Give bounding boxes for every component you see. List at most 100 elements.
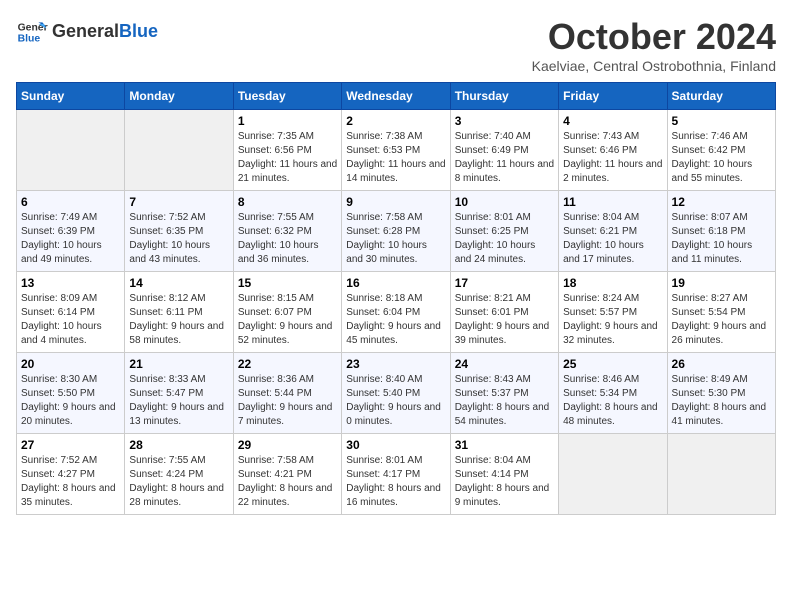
calendar-cell: 14 Sunrise: 8:12 AM Sunset: 6:11 PM Dayli… xyxy=(125,272,233,353)
day-number: 1 xyxy=(238,114,337,128)
weekday-header-monday: Monday xyxy=(125,83,233,110)
day-number: 25 xyxy=(563,357,662,371)
svg-text:Blue: Blue xyxy=(18,34,41,45)
day-number: 17 xyxy=(455,276,554,290)
day-number: 16 xyxy=(346,276,445,290)
day-info: Sunrise: 8:30 AM Sunset: 5:50 PM Dayligh… xyxy=(21,373,120,429)
header: General Blue GeneralBlue October 2024 Ka… xyxy=(16,16,776,74)
day-info: Sunrise: 8:04 AM Sunset: 4:14 PM Dayligh… xyxy=(455,454,554,510)
calendar-cell: 23Sunrise: 8:40 AM Sunset: 5:40 PM Dayli… xyxy=(342,353,450,434)
day-number: 2 xyxy=(346,114,445,128)
calendar-cell: 2 Sunrise: 7:38 AM Sunset: 6:53 PM Daylig… xyxy=(342,110,450,191)
day-number: 27 xyxy=(21,438,120,452)
day-number: 31 xyxy=(455,438,554,452)
day-info: Sunrise: 8:33 AM Sunset: 5:47 PM Dayligh… xyxy=(129,373,228,429)
day-number: 15 xyxy=(238,276,337,290)
day-number: 19 xyxy=(672,276,771,290)
calendar-cell: 28 Sunrise: 7:55 AM Sunset: 4:24 PM Dayli… xyxy=(125,434,233,515)
week-row-1: 1 Sunrise: 7:35 AM Sunset: 6:56 PM Daylig… xyxy=(17,110,776,191)
weekday-header-wednesday: Wednesday xyxy=(342,83,450,110)
day-number: 14 xyxy=(129,276,228,290)
calendar-cell: 18 Sunrise: 8:24 AM Sunset: 5:57 PM Dayli… xyxy=(559,272,667,353)
day-info: Sunrise: 7:38 AM Sunset: 6:53 PM Dayligh… xyxy=(346,130,445,186)
weekday-header-sunday: Sunday xyxy=(17,83,125,110)
day-info: Sunrise: 8:36 AM Sunset: 5:44 PM Dayligh… xyxy=(238,373,337,429)
calendar-cell: 21 Sunrise: 8:33 AM Sunset: 5:47 PM Dayli… xyxy=(125,353,233,434)
day-info: Sunrise: 7:55 AM Sunset: 4:24 PM Dayligh… xyxy=(129,454,228,510)
day-number: 8 xyxy=(238,195,337,209)
day-number: 9 xyxy=(346,195,445,209)
day-info: Sunrise: 8:24 AM Sunset: 5:57 PM Dayligh… xyxy=(563,292,662,348)
calendar-cell: 12 Sunrise: 8:07 AM Sunset: 6:18 PM Dayli… xyxy=(667,191,775,272)
calendar-cell: 25 Sunrise: 8:46 AM Sunset: 5:34 PM Dayli… xyxy=(559,353,667,434)
calendar-cell: 15 Sunrise: 8:15 AM Sunset: 6:07 PM Dayli… xyxy=(233,272,341,353)
calendar-cell: 9Sunrise: 7:58 AM Sunset: 6:28 PM Daylig… xyxy=(342,191,450,272)
day-info: Sunrise: 8:15 AM Sunset: 6:07 PM Dayligh… xyxy=(238,292,337,348)
calendar-cell xyxy=(559,434,667,515)
calendar-cell: 31 Sunrise: 8:04 AM Sunset: 4:14 PM Dayli… xyxy=(450,434,558,515)
weekday-header-thursday: Thursday xyxy=(450,83,558,110)
calendar-cell: 11 Sunrise: 8:04 AM Sunset: 6:21 PM Dayli… xyxy=(559,191,667,272)
logo: General Blue GeneralBlue xyxy=(16,16,158,48)
day-info: Sunrise: 7:52 AM Sunset: 6:35 PM Dayligh… xyxy=(129,211,228,267)
calendar-cell: 4Sunrise: 7:43 AM Sunset: 6:46 PM Daylig… xyxy=(559,110,667,191)
day-number: 26 xyxy=(672,357,771,371)
calendar-cell: 30 Sunrise: 8:01 AM Sunset: 4:17 PM Dayli… xyxy=(342,434,450,515)
day-number: 7 xyxy=(129,195,228,209)
day-info: Sunrise: 8:01 AM Sunset: 6:25 PM Dayligh… xyxy=(455,211,554,267)
calendar-table: SundayMondayTuesdayWednesdayThursdayFrid… xyxy=(16,82,776,515)
location-title: Kaelviae, Central Ostrobothnia, Finland xyxy=(532,58,776,74)
week-row-2: 6Sunrise: 7:49 AM Sunset: 6:39 PM Daylig… xyxy=(17,191,776,272)
title-area: October 2024 Kaelviae, Central Ostroboth… xyxy=(532,16,776,74)
calendar-cell: 3Sunrise: 7:40 AM Sunset: 6:49 PM Daylig… xyxy=(450,110,558,191)
day-info: Sunrise: 7:52 AM Sunset: 4:27 PM Dayligh… xyxy=(21,454,120,510)
day-number: 22 xyxy=(238,357,337,371)
day-number: 5 xyxy=(672,114,771,128)
calendar-cell: 24Sunrise: 8:43 AM Sunset: 5:37 PM Dayli… xyxy=(450,353,558,434)
day-info: Sunrise: 8:49 AM Sunset: 5:30 PM Dayligh… xyxy=(672,373,771,429)
day-number: 12 xyxy=(672,195,771,209)
calendar-cell: 8Sunrise: 7:55 AM Sunset: 6:32 PM Daylig… xyxy=(233,191,341,272)
calendar-cell: 19Sunrise: 8:27 AM Sunset: 5:54 PM Dayli… xyxy=(667,272,775,353)
calendar-cell xyxy=(125,110,233,191)
logo-blue: Blue xyxy=(119,21,158,41)
calendar-cell: 10 Sunrise: 8:01 AM Sunset: 6:25 PM Dayli… xyxy=(450,191,558,272)
calendar-cell: 29 Sunrise: 7:58 AM Sunset: 4:21 PM Dayli… xyxy=(233,434,341,515)
day-number: 3 xyxy=(455,114,554,128)
day-number: 4 xyxy=(563,114,662,128)
day-info: Sunrise: 7:49 AM Sunset: 6:39 PM Dayligh… xyxy=(21,211,120,267)
month-title: October 2024 xyxy=(532,16,776,58)
day-number: 28 xyxy=(129,438,228,452)
week-row-5: 27 Sunrise: 7:52 AM Sunset: 4:27 PM Dayli… xyxy=(17,434,776,515)
day-info: Sunrise: 8:18 AM Sunset: 6:04 PM Dayligh… xyxy=(346,292,445,348)
day-info: Sunrise: 7:58 AM Sunset: 4:21 PM Dayligh… xyxy=(238,454,337,510)
day-info: Sunrise: 8:07 AM Sunset: 6:18 PM Dayligh… xyxy=(672,211,771,267)
day-number: 11 xyxy=(563,195,662,209)
calendar-cell: 27 Sunrise: 7:52 AM Sunset: 4:27 PM Dayli… xyxy=(17,434,125,515)
day-info: Sunrise: 8:09 AM Sunset: 6:14 PM Dayligh… xyxy=(21,292,120,348)
day-number: 21 xyxy=(129,357,228,371)
day-number: 18 xyxy=(563,276,662,290)
day-number: 20 xyxy=(21,357,120,371)
day-number: 13 xyxy=(21,276,120,290)
weekday-header-saturday: Saturday xyxy=(667,83,775,110)
day-info: Sunrise: 8:01 AM Sunset: 4:17 PM Dayligh… xyxy=(346,454,445,510)
day-info: Sunrise: 8:12 AM Sunset: 6:11 PM Dayligh… xyxy=(129,292,228,348)
calendar-cell: 26 Sunrise: 8:49 AM Sunset: 5:30 PM Dayli… xyxy=(667,353,775,434)
calendar-cell: 16 Sunrise: 8:18 AM Sunset: 6:04 PM Dayli… xyxy=(342,272,450,353)
day-number: 24 xyxy=(455,357,554,371)
day-info: Sunrise: 8:04 AM Sunset: 6:21 PM Dayligh… xyxy=(563,211,662,267)
day-info: Sunrise: 8:21 AM Sunset: 6:01 PM Dayligh… xyxy=(455,292,554,348)
week-row-4: 20 Sunrise: 8:30 AM Sunset: 5:50 PM Dayli… xyxy=(17,353,776,434)
day-number: 10 xyxy=(455,195,554,209)
day-info: Sunrise: 7:35 AM Sunset: 6:56 PM Dayligh… xyxy=(238,130,337,186)
day-info: Sunrise: 8:46 AM Sunset: 5:34 PM Dayligh… xyxy=(563,373,662,429)
weekday-header-friday: Friday xyxy=(559,83,667,110)
day-number: 30 xyxy=(346,438,445,452)
calendar-cell: 1 Sunrise: 7:35 AM Sunset: 6:56 PM Daylig… xyxy=(233,110,341,191)
calendar-cell: 17 Sunrise: 8:21 AM Sunset: 6:01 PM Dayli… xyxy=(450,272,558,353)
calendar-cell: 6Sunrise: 7:49 AM Sunset: 6:39 PM Daylig… xyxy=(17,191,125,272)
calendar-cell: 13 Sunrise: 8:09 AM Sunset: 6:14 PM Dayli… xyxy=(17,272,125,353)
day-number: 29 xyxy=(238,438,337,452)
calendar-cell: 22 Sunrise: 8:36 AM Sunset: 5:44 PM Dayli… xyxy=(233,353,341,434)
